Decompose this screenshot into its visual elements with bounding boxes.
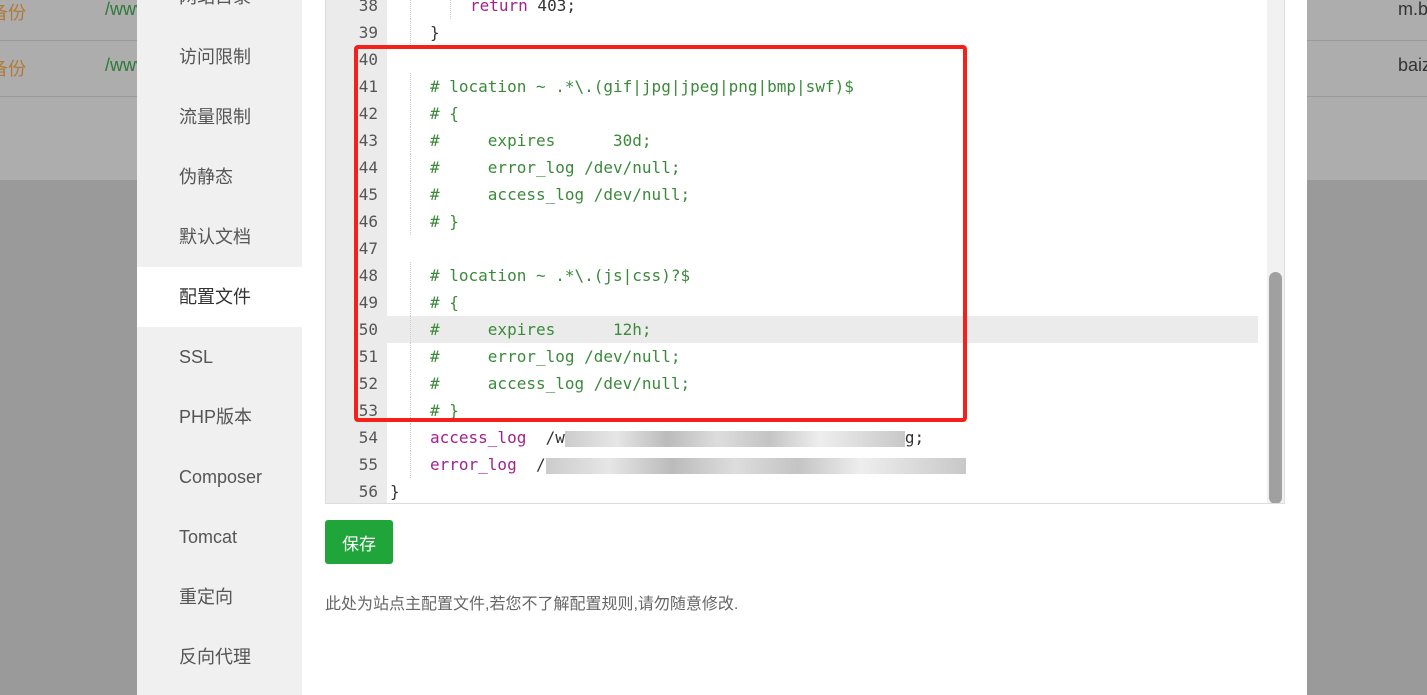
indent-guide bbox=[410, 451, 411, 478]
indent-guide bbox=[450, 0, 451, 19]
sidebar-item[interactable]: 默认文档 bbox=[137, 207, 302, 267]
code-token: access_log bbox=[430, 428, 527, 447]
redacted-path bbox=[564, 430, 905, 447]
sidebar-item[interactable]: PHP版本 bbox=[137, 387, 302, 447]
scrollbar-thumb[interactable] bbox=[1269, 272, 1282, 503]
sidebar-item[interactable]: 重定向 bbox=[137, 567, 302, 627]
line-number: 39 bbox=[358, 23, 378, 42]
code-line: 39} bbox=[326, 19, 1258, 46]
sidebar-item[interactable]: 伪静态 bbox=[137, 147, 302, 207]
sidebar-item[interactable]: 网站目录 bbox=[137, 0, 302, 27]
path-start: / bbox=[516, 455, 546, 474]
sidebar-item[interactable]: 配置文件 bbox=[137, 267, 302, 327]
code-text: } bbox=[390, 478, 400, 503]
sidebar-item[interactable]: Composer bbox=[137, 447, 302, 507]
code-text: error_log / bbox=[430, 451, 966, 478]
line-number: 55 bbox=[358, 455, 378, 474]
backup-link: 备份 bbox=[0, 59, 26, 79]
config-hint-text: 此处为站点主配置文件,若您不了解配置规则,请勿随意修改. bbox=[325, 596, 739, 613]
code-line: 38 return 403; bbox=[326, 0, 1258, 19]
path-start: /w bbox=[526, 428, 565, 447]
annotation-highlight-box bbox=[354, 45, 967, 422]
line-number: 56 bbox=[358, 482, 378, 501]
path-end: g; bbox=[904, 428, 925, 447]
line-number: 54 bbox=[358, 428, 378, 447]
code-token: error_log bbox=[430, 455, 517, 474]
code-line: 54 access_log /w g; bbox=[326, 424, 1258, 451]
return-value: 403; bbox=[527, 0, 576, 15]
site-settings-modal: 网站目录访问限制流量限制伪静态默认文档配置文件SSLPHP版本ComposerT… bbox=[137, 0, 1307, 695]
redacted-path bbox=[545, 457, 966, 474]
sidebar-item[interactable]: 访问限制 bbox=[137, 27, 302, 87]
code-text: access_log /w g; bbox=[430, 424, 924, 451]
indent-guide bbox=[410, 0, 411, 19]
sidebar-item[interactable]: 流量限制 bbox=[137, 87, 302, 147]
code-token: } bbox=[390, 482, 400, 501]
sidebar-item[interactable]: 反向代理 bbox=[137, 627, 302, 687]
domain-text: baiz bbox=[1398, 55, 1427, 75]
line-number: 38 bbox=[358, 0, 378, 15]
backup-link: 备份 bbox=[0, 3, 26, 23]
domain-text: m.b bbox=[1398, 0, 1427, 19]
code-token: } bbox=[430, 23, 440, 42]
editor-scrollbar[interactable] bbox=[1267, 0, 1284, 503]
indent-guide bbox=[410, 424, 411, 451]
code-line: 56} bbox=[326, 478, 1258, 503]
code-text: return 403; bbox=[470, 0, 576, 19]
code-line: 55 error_log / bbox=[326, 451, 1258, 478]
sidebar-item[interactable]: SSL bbox=[137, 327, 302, 387]
save-button[interactable]: 保存 bbox=[325, 520, 393, 564]
sidebar-item[interactable]: Tomcat bbox=[137, 507, 302, 567]
settings-sidebar: 网站目录访问限制流量限制伪静态默认文档配置文件SSLPHP版本ComposerT… bbox=[137, 0, 302, 695]
indent-guide bbox=[410, 19, 411, 46]
code-text: } bbox=[430, 19, 440, 46]
